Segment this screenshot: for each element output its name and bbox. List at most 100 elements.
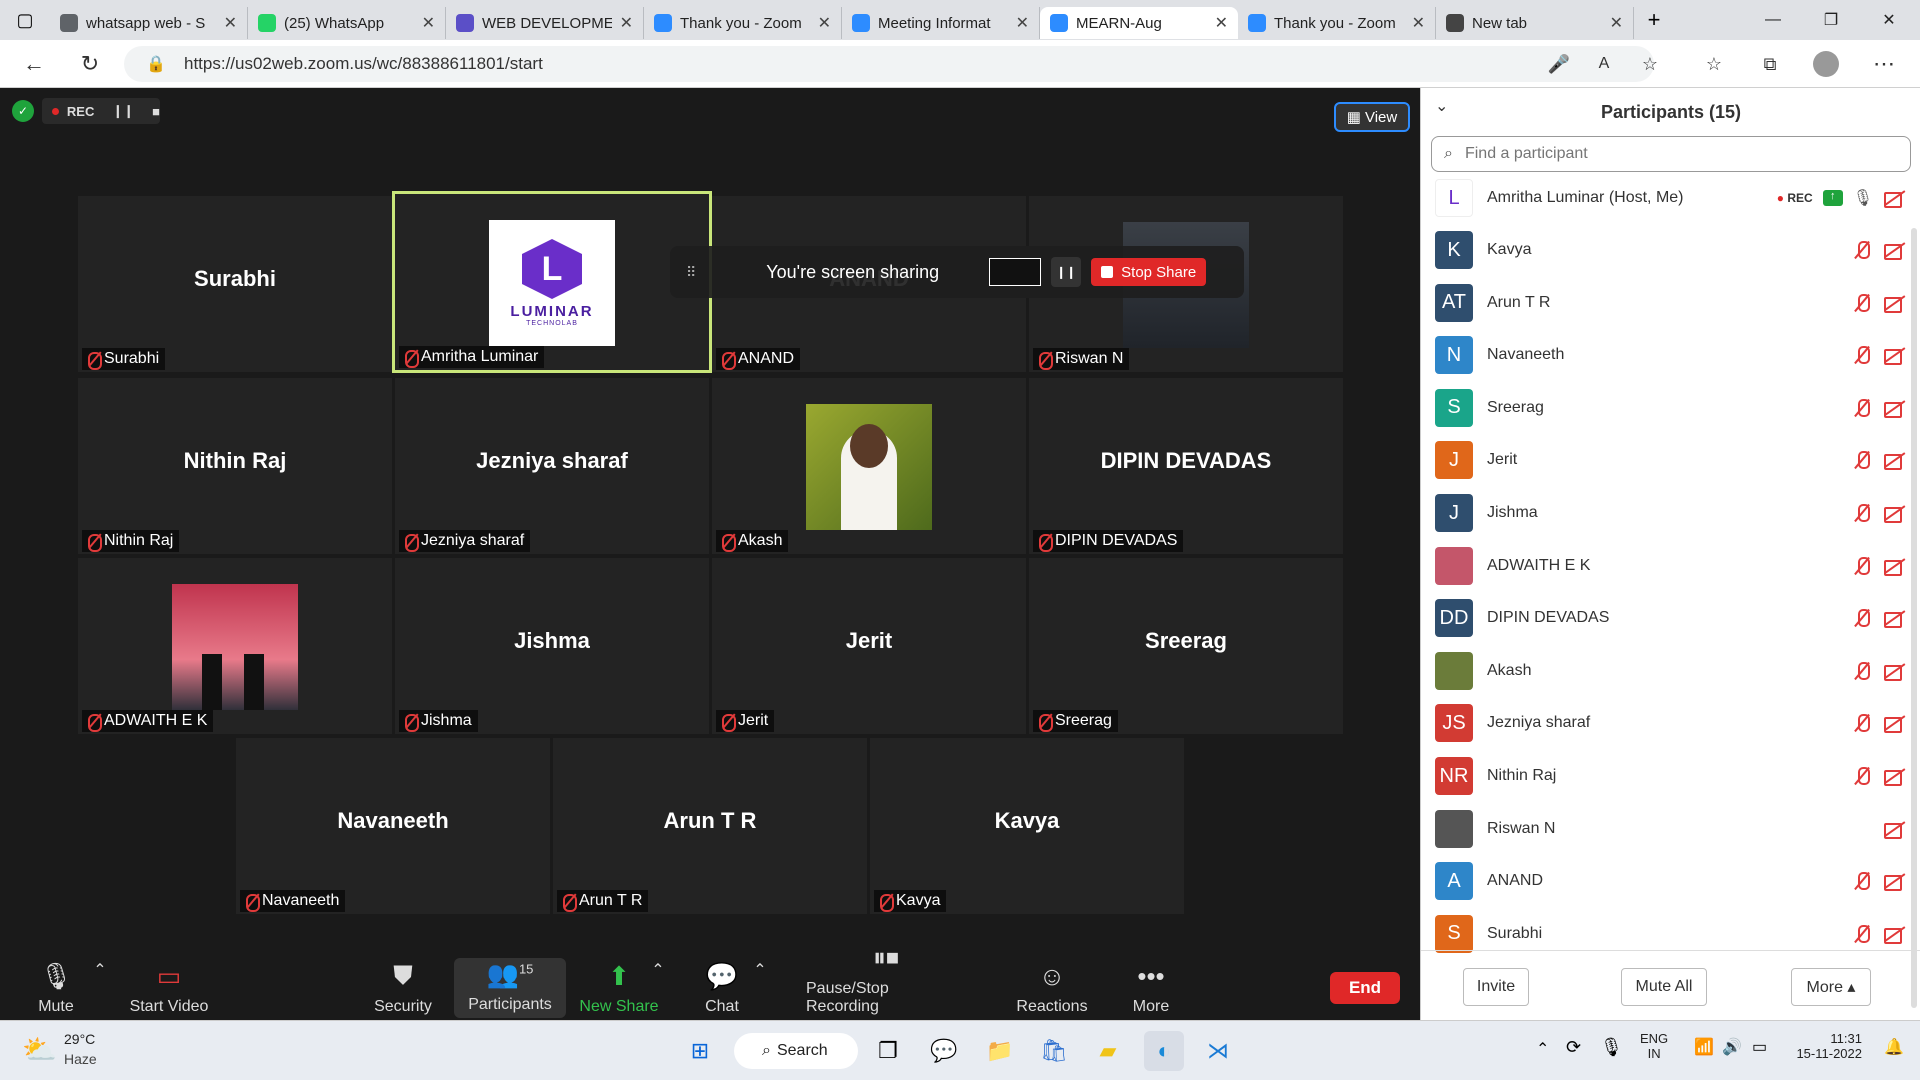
invite-button[interactable]: Invite: [1463, 968, 1529, 1006]
view-button[interactable]: ▦ View: [1334, 102, 1410, 132]
video-tile[interactable]: L LUMINAR TECHNOLAB Amritha Luminar: [392, 191, 712, 373]
video-tile[interactable]: ADWAITH E K: [78, 558, 392, 734]
video-tile[interactable]: Sreerag Sreerag: [1029, 558, 1343, 734]
mute-button[interactable]: 🎙 Mute: [20, 956, 92, 1020]
participants-button[interactable]: 👥15 Participants: [454, 958, 566, 1018]
participant-row[interactable]: S Sreerag: [1435, 386, 1905, 430]
tab-close-icon[interactable]: ✕: [620, 13, 633, 33]
end-meeting-button[interactable]: End: [1330, 972, 1400, 1004]
participant-row[interactable]: N Navaneeth: [1435, 333, 1905, 377]
panel-scrollbar[interactable]: [1911, 228, 1917, 1008]
sticky-notes-icon[interactable]: ▰: [1088, 1031, 1128, 1071]
participant-row[interactable]: ADWAITH E K: [1435, 544, 1905, 588]
close-window-button[interactable]: ✕: [1860, 0, 1918, 40]
video-tile[interactable]: Jishma Jishma: [395, 558, 709, 734]
refresh-icon[interactable]: ↻: [76, 50, 104, 78]
audio-options-caret[interactable]: ⌃: [92, 956, 108, 1020]
participant-row[interactable]: K Kavya: [1435, 228, 1905, 272]
browser-tab[interactable]: whatsapp web - S ✕: [50, 7, 248, 39]
video-tile[interactable]: Surabhi Surabhi: [78, 196, 392, 372]
browser-tab[interactable]: New tab ✕: [1436, 7, 1634, 39]
stop-recording-icon[interactable]: ■: [152, 104, 160, 119]
participant-host-row[interactable]: L Amritha Luminar (Host, Me) ● REC ↑ 🎙: [1435, 176, 1905, 220]
tab-close-icon[interactable]: ✕: [1215, 13, 1228, 33]
participant-row[interactable]: NR Nithin Raj: [1435, 754, 1905, 798]
mic-icon[interactable]: 🎤: [1545, 50, 1573, 78]
video-tile[interactable]: DIPIN DEVADAS DIPIN DEVADAS: [1029, 378, 1343, 554]
browser-tab[interactable]: (25) WhatsApp ✕: [248, 7, 446, 39]
tab-actions-icon[interactable]: ▢: [0, 0, 50, 40]
participant-search-input[interactable]: [1464, 145, 1865, 163]
tray-chevron-icon[interactable]: ⌃: [1536, 1039, 1549, 1059]
clock[interactable]: 11:31 15-11-2022: [1796, 1031, 1862, 1061]
video-tile[interactable]: Jezniya sharaf Jezniya sharaf: [395, 378, 709, 554]
browser-tab[interactable]: WEB DEVELOPME ✕: [446, 7, 644, 39]
favorite-add-icon[interactable]: ☆: [1636, 50, 1664, 78]
browser-tab[interactable]: Thank you - Zoom ✕: [644, 7, 842, 39]
share-options-caret[interactable]: ⌃: [650, 956, 666, 1020]
tab-close-icon[interactable]: ✕: [224, 13, 237, 33]
participant-row[interactable]: A ANAND: [1435, 859, 1905, 903]
participant-search[interactable]: ⌕: [1431, 136, 1911, 172]
profile-avatar[interactable]: [1812, 50, 1840, 78]
teams-chat-icon[interactable]: 💬: [924, 1031, 964, 1071]
video-tile[interactable]: Arun T R Arun T R: [553, 738, 867, 914]
favorites-icon[interactable]: ☆: [1700, 50, 1728, 78]
battery-icon[interactable]: ▭: [1752, 1037, 1767, 1057]
pause-recording-icon[interactable]: ❙❙: [112, 103, 134, 119]
vscode-icon[interactable]: ⋊: [1198, 1031, 1238, 1071]
video-tile[interactable]: Nithin Raj Nithin Raj: [78, 378, 392, 554]
security-button[interactable]: ⛊ Security: [370, 956, 436, 1020]
reactions-button[interactable]: ☺ Reactions: [1010, 956, 1094, 1020]
tab-close-icon[interactable]: ✕: [422, 13, 435, 33]
participant-row[interactable]: Akash: [1435, 649, 1905, 693]
tab-close-icon[interactable]: ✕: [818, 13, 831, 33]
video-tile[interactable]: Navaneeth Navaneeth: [236, 738, 550, 914]
video-tile[interactable]: Kavya Kavya: [870, 738, 1184, 914]
read-aloud-icon[interactable]: A: [1590, 50, 1618, 78]
tray-mic-icon[interactable]: 🎙: [1600, 1037, 1623, 1058]
collections-icon[interactable]: ⧉: [1756, 50, 1784, 78]
browser-tab[interactable]: Thank you - Zoom ✕: [1238, 7, 1436, 39]
participant-row[interactable]: AT Arun T R: [1435, 281, 1905, 325]
maximize-button[interactable]: ❐: [1802, 0, 1860, 40]
language-indicator[interactable]: ENG IN: [1640, 1031, 1668, 1061]
url-field[interactable]: 🔒 https://us02web.zoom.us/wc/88388611801…: [124, 46, 1654, 82]
new-tab-button[interactable]: +: [1634, 7, 1674, 33]
mute-all-button[interactable]: Mute All: [1621, 968, 1707, 1006]
panel-more-button[interactable]: More ▴: [1791, 968, 1871, 1006]
participant-row[interactable]: J Jerit: [1435, 438, 1905, 482]
participant-row[interactable]: JS Jezniya sharaf: [1435, 701, 1905, 745]
participant-row[interactable]: J Jishma: [1435, 491, 1905, 535]
edge-browser-icon[interactable]: ◐: [1144, 1031, 1184, 1071]
wifi-icon[interactable]: 📶: [1694, 1037, 1714, 1057]
video-tile[interactable]: Jerit Jerit: [712, 558, 1026, 734]
drag-handle-icon[interactable]: ⠿: [686, 264, 696, 281]
tab-close-icon[interactable]: ✕: [1610, 13, 1623, 33]
back-icon[interactable]: ←: [20, 50, 48, 78]
chat-button[interactable]: 💬 Chat: [700, 956, 744, 1020]
participant-row[interactable]: DD DIPIN DEVADAS: [1435, 596, 1905, 640]
task-view-icon[interactable]: ❐: [868, 1031, 908, 1071]
minimize-button[interactable]: —: [1744, 0, 1802, 40]
tab-close-icon[interactable]: ✕: [1412, 13, 1425, 33]
browser-tab[interactable]: Meeting Informat ✕: [842, 7, 1040, 39]
browser-tab[interactable]: MEARN-Aug ✕: [1040, 7, 1238, 39]
pause-share-button[interactable]: ❙❙: [1051, 257, 1082, 287]
sync-icon[interactable]: ⟳: [1566, 1037, 1581, 1058]
windows-start-icon[interactable]: ⊞: [680, 1031, 720, 1071]
more-button[interactable]: ••• More: [1130, 956, 1172, 1020]
chat-options-caret[interactable]: ⌃: [752, 956, 768, 1020]
participant-row[interactable]: Riswan N: [1435, 807, 1905, 851]
stop-share-button[interactable]: Stop Share: [1091, 258, 1207, 286]
video-tile[interactable]: Akash: [712, 378, 1026, 554]
pause-stop-recording-button[interactable]: ⏸⏹ Pause/Stop Recording: [806, 942, 966, 1020]
tab-close-icon[interactable]: ✕: [1016, 13, 1029, 33]
volume-icon[interactable]: 🔊: [1722, 1037, 1742, 1057]
start-video-button[interactable]: ▭ Start Video: [122, 956, 216, 1020]
security-shield-icon[interactable]: ✓: [12, 100, 34, 122]
notification-bell-icon[interactable]: 🔔: [1884, 1037, 1904, 1057]
file-explorer-icon[interactable]: 📁: [980, 1031, 1020, 1071]
settings-more-icon[interactable]: ⋯: [1870, 50, 1898, 78]
store-icon[interactable]: 🛍: [1034, 1031, 1074, 1071]
